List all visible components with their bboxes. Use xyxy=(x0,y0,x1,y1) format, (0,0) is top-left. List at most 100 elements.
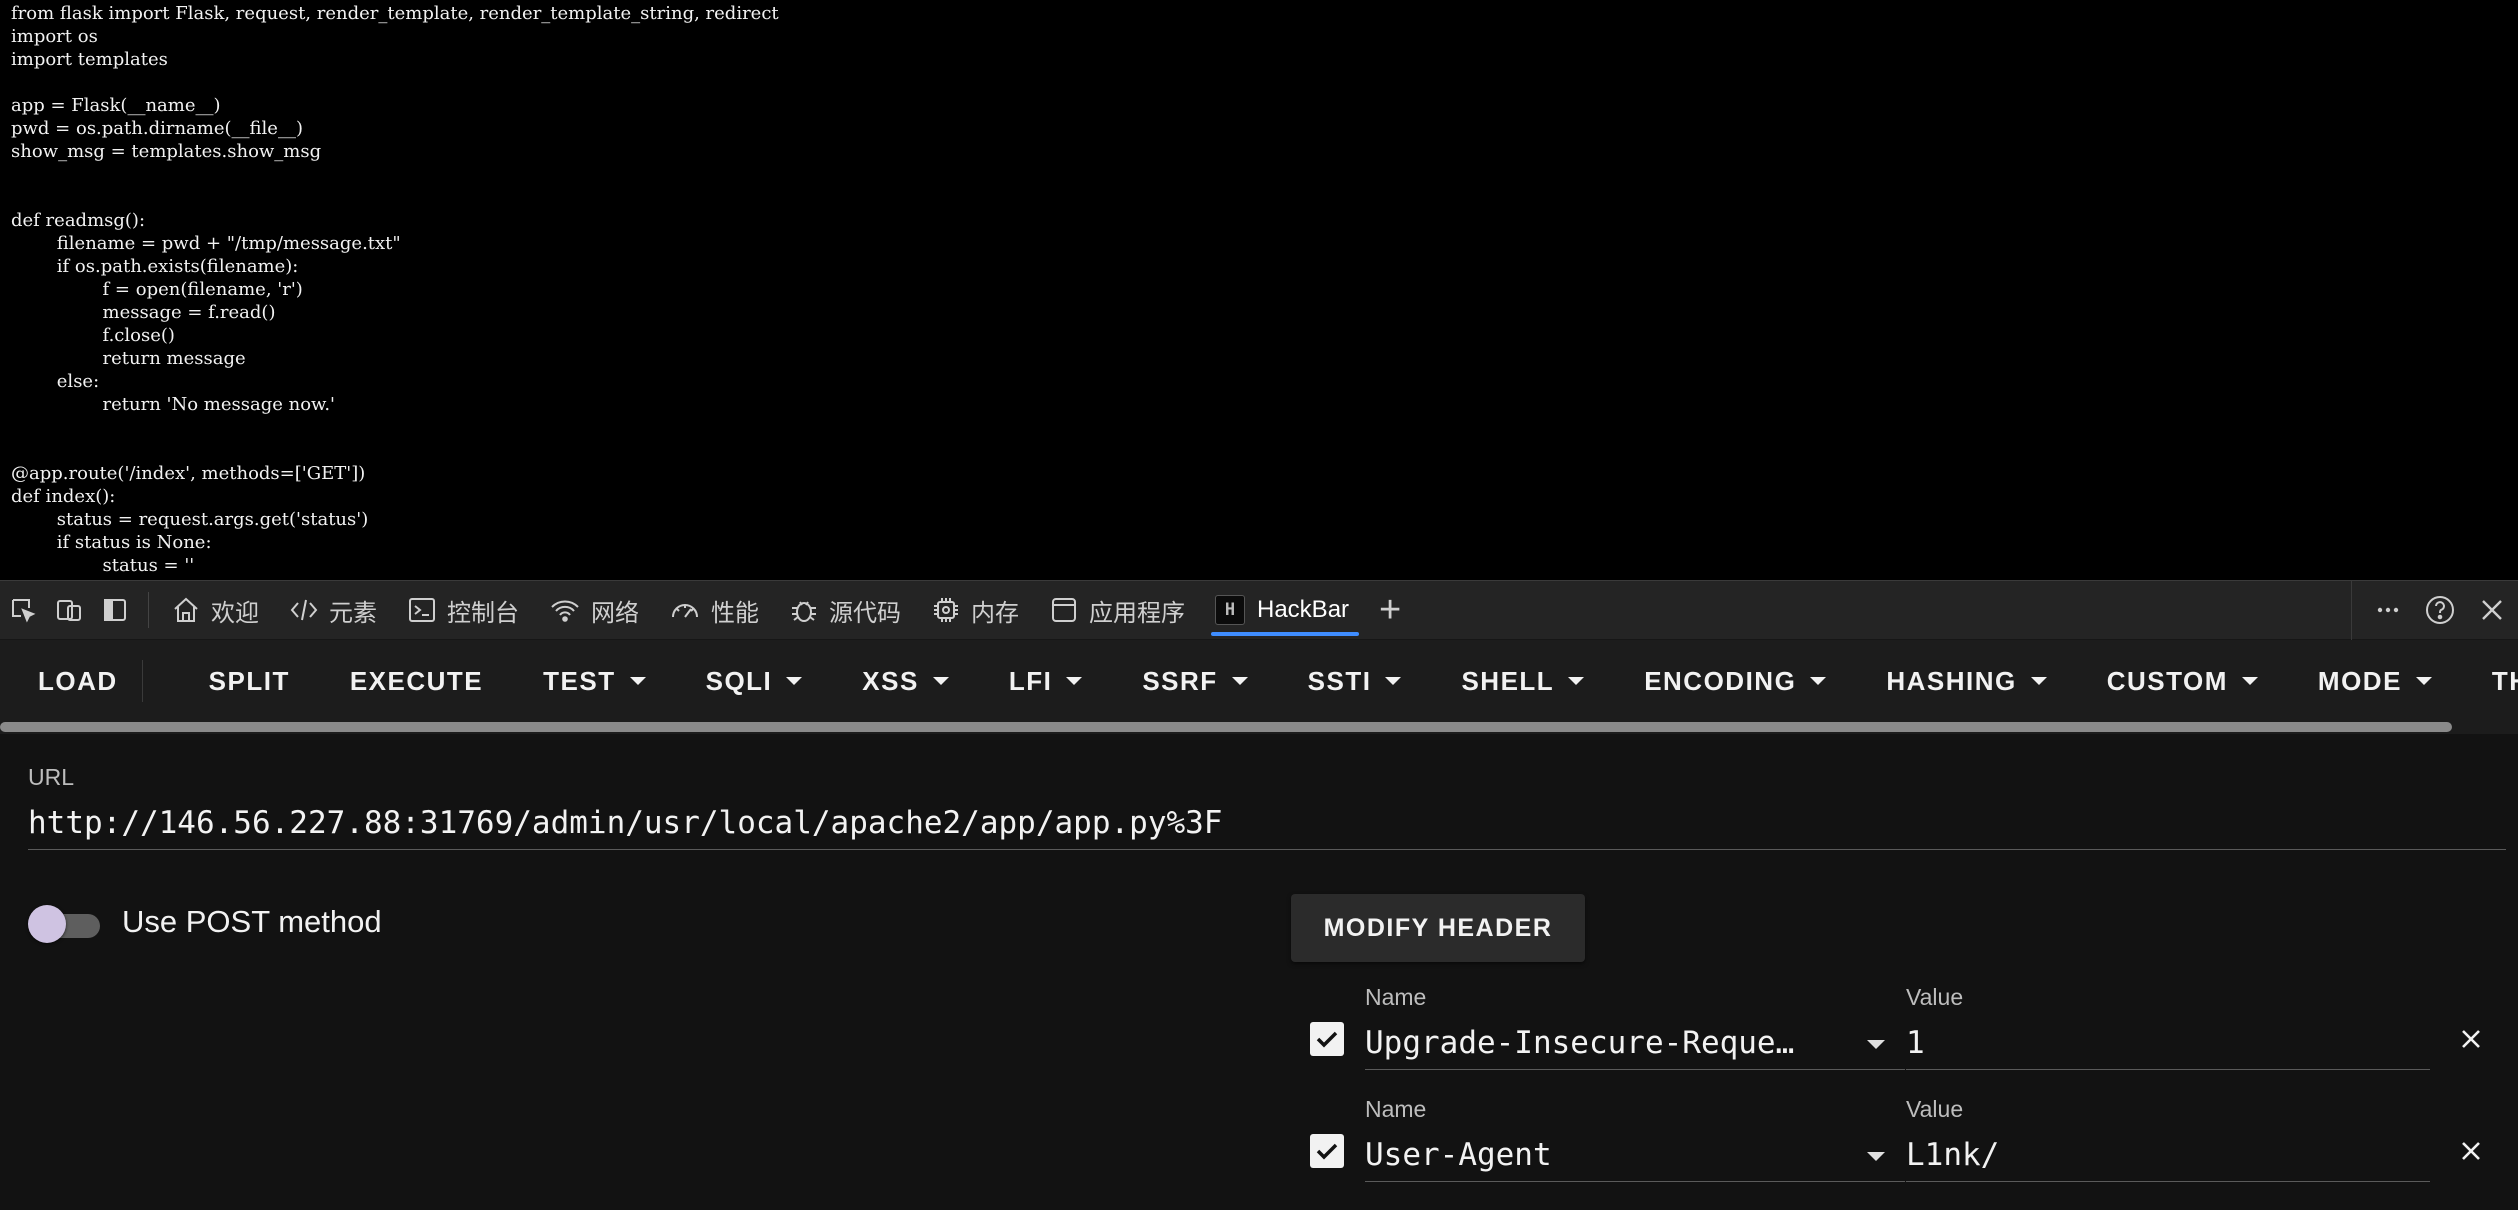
wifi-icon xyxy=(551,600,579,622)
chevron-down-icon xyxy=(2030,677,2047,685)
hashing-menu[interactable]: HASHING xyxy=(1856,640,2076,722)
header-name-value: Upgrade-Insecure-Requests xyxy=(1365,1025,1805,1061)
tab-welcome[interactable]: 欢迎 xyxy=(159,580,277,640)
execute-label: EXECUTE xyxy=(349,665,484,696)
execute-button[interactable]: EXECUTE xyxy=(320,640,513,722)
custom-menu[interactable]: CUSTOM xyxy=(2077,640,2288,722)
devtools-tab-bar: 欢迎 元素 控制台 网络 性能 源代码 内存 应用程序 H HackBar + xyxy=(0,580,2518,640)
shell-menu[interactable]: SHELL xyxy=(1431,640,1614,722)
chevron-down-icon xyxy=(1867,1152,1885,1161)
theme-label: THEME xyxy=(2491,665,2518,696)
console-icon xyxy=(409,598,435,622)
hackbar-panel: URL http://146.56.227.88:31769/admin/usr… xyxy=(0,734,2518,1210)
modify-header-button[interactable]: MODIFY HEADER xyxy=(1291,894,1585,962)
header-row: Name Upgrade-Insecure-Requests Value 1 xyxy=(1310,984,2510,1084)
devtools-actions xyxy=(2351,580,2518,640)
url-input[interactable]: http://146.56.227.88:31769/admin/usr/loc… xyxy=(28,800,2506,850)
ssrf-label: SSRF xyxy=(1142,665,1218,696)
theme-menu[interactable]: THEME xyxy=(2462,640,2518,722)
chevron-down-icon xyxy=(2241,677,2258,685)
encoding-menu[interactable]: ENCODING xyxy=(1614,640,1856,722)
custom-label: CUSTOM xyxy=(2106,665,2228,696)
chevron-down-icon xyxy=(1231,677,1248,685)
header-enabled-checkbox[interactable] xyxy=(1310,1022,1344,1056)
url-label: URL xyxy=(28,764,75,790)
tab-performance[interactable]: 性能 xyxy=(657,580,777,640)
shell-label: SHELL xyxy=(1461,665,1555,696)
header-value-label: Value xyxy=(1906,984,1964,1010)
sqli-menu[interactable]: SQLI xyxy=(676,640,833,722)
tab-label: 内存 xyxy=(971,599,1019,627)
mode-label: MODE xyxy=(2317,665,2402,696)
remove-header-button[interactable] xyxy=(2456,1136,2486,1166)
header-enabled-checkbox[interactable] xyxy=(1310,1134,1344,1168)
tab-label: 应用程序 xyxy=(1089,599,1185,627)
header-name-select[interactable]: User-Agent xyxy=(1365,1130,1905,1182)
load-dropdown-button[interactable] xyxy=(141,660,171,702)
tab-hackbar[interactable]: H HackBar xyxy=(1203,580,1367,640)
lfi-menu[interactable]: LFI xyxy=(979,640,1113,722)
chevron-down-icon xyxy=(1066,677,1083,685)
header-name-value: User-Agent xyxy=(1365,1137,1552,1173)
ssti-label: SSTI xyxy=(1307,665,1372,696)
ssrf-menu[interactable]: SSRF xyxy=(1112,640,1277,722)
hashing-label: HASHING xyxy=(1886,665,2017,696)
remove-header-button[interactable] xyxy=(2456,1024,2486,1054)
tab-network[interactable]: 网络 xyxy=(537,580,657,640)
home-icon xyxy=(174,597,198,622)
tab-label: 元素 xyxy=(329,599,377,627)
toggle-knob xyxy=(28,905,66,943)
hackbar-menu: LOAD SPLIT EXECUTE TEST SQLI XSS LFI SSR… xyxy=(0,640,2518,722)
chip-icon xyxy=(934,598,958,622)
more-options-icon[interactable] xyxy=(2362,580,2414,640)
tab-memory[interactable]: 内存 xyxy=(919,580,1037,640)
chevron-down-icon xyxy=(932,677,949,685)
split-button[interactable]: SPLIT xyxy=(179,640,320,722)
hackbar-logo-icon: H xyxy=(1215,595,1245,625)
help-icon[interactable] xyxy=(2414,580,2466,640)
toggle-switch[interactable] xyxy=(28,904,100,943)
tab-label: 欢迎 xyxy=(211,599,259,627)
device-emulation-icon[interactable] xyxy=(46,580,92,640)
page-source-view: from flask import Flask, request, render… xyxy=(0,0,2518,580)
load-button[interactable]: LOAD xyxy=(0,640,142,722)
chevron-down-icon xyxy=(629,677,646,685)
tab-console[interactable]: 控制台 xyxy=(395,580,537,640)
chevron-down-icon xyxy=(1385,677,1402,685)
header-row: Name User-Agent Value L1nk/ xyxy=(1310,1096,2510,1196)
dock-side-icon[interactable] xyxy=(92,580,138,640)
scrollbar-thumb[interactable] xyxy=(0,722,2452,732)
gauge-icon xyxy=(672,604,698,618)
test-menu[interactable]: TEST xyxy=(513,640,675,722)
encoding-label: ENCODING xyxy=(1644,665,1797,696)
tab-label: 控制台 xyxy=(447,599,519,627)
tab-application[interactable]: 应用程序 xyxy=(1037,580,1203,640)
header-name-label: Name xyxy=(1365,1096,1427,1122)
chevron-down-icon xyxy=(2415,677,2432,685)
check-icon xyxy=(1316,1143,1338,1160)
header-name-select[interactable]: Upgrade-Insecure-Requests xyxy=(1365,1018,1905,1070)
mode-menu[interactable]: MODE xyxy=(2288,640,2462,722)
header-value-input[interactable]: L1nk/ xyxy=(1906,1130,2430,1182)
xss-menu[interactable]: XSS xyxy=(832,640,979,722)
menu-scrollbar[interactable] xyxy=(0,722,2518,734)
test-label: TEST xyxy=(543,665,616,696)
use-post-toggle[interactable]: Use POST method xyxy=(28,904,382,943)
ssti-menu[interactable]: SSTI xyxy=(1278,640,1432,722)
header-value-input[interactable]: 1 xyxy=(1906,1018,2430,1070)
source-code: from flask import Flask, request, render… xyxy=(11,3,779,576)
xss-label: XSS xyxy=(862,665,919,696)
tab-label: 源代码 xyxy=(829,599,901,627)
tab-elements[interactable]: 元素 xyxy=(277,580,395,640)
close-icon xyxy=(2462,1142,2480,1160)
tab-sources[interactable]: 源代码 xyxy=(777,580,919,640)
inspect-element-icon[interactable] xyxy=(0,580,46,640)
chevron-down-icon xyxy=(1810,677,1827,685)
tab-label: 网络 xyxy=(591,599,639,627)
use-post-label: Use POST method xyxy=(122,904,382,939)
add-tab-button[interactable]: + xyxy=(1367,591,1413,629)
close-devtools-icon[interactable] xyxy=(2466,580,2518,640)
chevron-down-icon xyxy=(1867,1040,1885,1049)
sqli-label: SQLI xyxy=(705,665,773,696)
chevron-down-icon xyxy=(786,677,803,685)
